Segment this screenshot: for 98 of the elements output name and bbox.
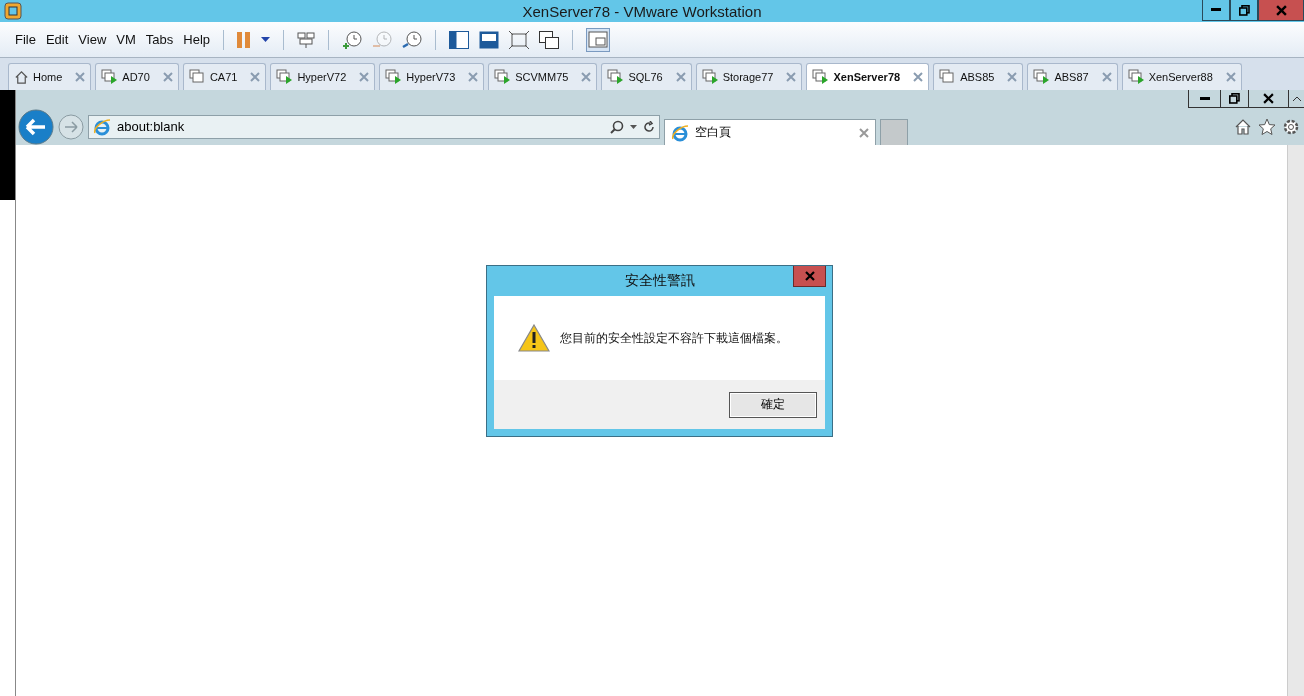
refresh-icon[interactable] <box>643 120 655 133</box>
tab-label: HyperV73 <box>406 71 457 83</box>
vm-tab[interactable]: XenServer78 <box>806 63 930 90</box>
star-icon[interactable] <box>1258 117 1276 136</box>
settings-icon[interactable] <box>1282 117 1300 136</box>
close-icon[interactable] <box>786 72 797 82</box>
browser-logo-icon <box>671 123 689 142</box>
dialog-message: 您目前的安全性設定不容許下載這個檔案。 <box>560 329 788 347</box>
vm-tab[interactable]: ABS87 <box>1027 63 1118 90</box>
tab-label: ABS85 <box>960 71 996 83</box>
search-icon[interactable] <box>610 119 624 134</box>
close-icon[interactable] <box>1101 72 1112 82</box>
minimize-icon <box>1199 97 1210 100</box>
tab-label: CA71 <box>209 71 239 83</box>
close-icon[interactable] <box>1225 72 1236 82</box>
menu-item[interactable]: VM <box>111 32 141 47</box>
vm-tab[interactable]: XenServer88 <box>1121 63 1242 90</box>
vm-tab[interactable]: CA71 <box>182 63 267 90</box>
vm-tab[interactable]: SQL76 <box>601 63 692 90</box>
vm-running-icon <box>812 69 830 85</box>
vm-running-icon <box>276 69 294 85</box>
restore-icon <box>1238 4 1250 16</box>
close-button[interactable] <box>1248 90 1288 108</box>
browser-tab[interactable]: 空白頁 <box>664 119 876 145</box>
restore-icon <box>1229 93 1240 104</box>
restore-button[interactable] <box>1220 90 1248 108</box>
close-icon[interactable] <box>75 72 86 82</box>
close-icon[interactable] <box>468 72 479 82</box>
tab-label: HyperV72 <box>297 71 348 83</box>
restore-button[interactable] <box>1230 0 1258 21</box>
close-icon[interactable] <box>250 72 261 82</box>
browser-logo-icon <box>93 117 111 136</box>
close-icon <box>1275 4 1287 16</box>
window-title: XenServer78 - VMware Workstation <box>521 2 763 20</box>
tab-label: XenServer88 <box>1148 71 1214 83</box>
close-icon[interactable] <box>162 72 173 82</box>
fullscreen-icon[interactable] <box>509 30 530 49</box>
console-view-icon[interactable] <box>479 30 500 49</box>
close-icon[interactable] <box>913 72 924 82</box>
home-icon <box>14 69 29 85</box>
menu-item[interactable]: File <box>10 32 41 47</box>
vm-running-icon <box>1127 69 1145 85</box>
back-button[interactable] <box>18 108 54 145</box>
ok-button[interactable]: 確定 <box>729 391 817 418</box>
vm-running-icon <box>1033 69 1051 85</box>
close-icon <box>1263 93 1274 104</box>
vm-running-icon <box>385 69 403 85</box>
browser-tab-title: 空白頁 <box>695 124 731 141</box>
menu-item[interactable]: Edit <box>40 32 74 47</box>
vm-tab[interactable]: HyperV73 <box>379 63 485 90</box>
menu-item[interactable]: Help <box>178 32 216 47</box>
minimize-button[interactable] <box>1202 0 1230 21</box>
vm-running-icon <box>101 69 119 85</box>
chevron-up-icon <box>1292 96 1301 101</box>
vm-tab[interactable]: HyperV72 <box>270 63 376 90</box>
minimize-icon <box>1211 8 1221 12</box>
close-icon[interactable] <box>581 72 592 82</box>
vm-tab[interactable]: SCVMM75 <box>488 63 598 90</box>
vm-running-icon <box>494 69 512 85</box>
tab-label: ABS87 <box>1054 71 1090 83</box>
close-icon <box>804 271 815 281</box>
vm-running-icon <box>607 69 625 85</box>
vm-tab[interactable]: AD70 <box>95 63 179 90</box>
tabs-view-icon[interactable] <box>586 27 611 52</box>
tab-label: XenServer78 <box>833 71 902 83</box>
windows-icon[interactable] <box>539 30 560 49</box>
home-icon[interactable] <box>1234 117 1252 136</box>
close-icon[interactable] <box>359 72 370 82</box>
tab-label: Storage77 <box>722 71 775 83</box>
vm-icon <box>939 69 957 85</box>
pause-icon[interactable] <box>237 31 252 48</box>
close-icon[interactable] <box>859 127 869 138</box>
keyboard-icon[interactable] <box>297 30 316 49</box>
tab-label: Home <box>33 71 64 83</box>
vm-tab[interactable]: Home <box>8 63 92 90</box>
vm-tab[interactable]: ABS85 <box>933 63 1024 90</box>
tab-label: SQL76 <box>628 71 664 83</box>
address-bar[interactable]: about:blank <box>88 114 660 139</box>
close-icon[interactable] <box>1007 72 1018 82</box>
clock-plus-icon[interactable] <box>342 29 363 50</box>
minimize-button[interactable] <box>1188 90 1220 108</box>
tab-label: AD70 <box>122 71 151 83</box>
close-icon[interactable] <box>675 72 686 82</box>
vm-tab[interactable]: Storage77 <box>695 63 803 90</box>
sidebar-icon[interactable] <box>449 30 470 49</box>
scrollbar[interactable] <box>1287 145 1304 696</box>
tab-label: SCVMM75 <box>515 71 570 83</box>
menu-item[interactable]: View <box>73 32 112 47</box>
vm-running-icon <box>701 69 719 85</box>
scroll-up-button[interactable] <box>1288 90 1304 108</box>
menu-item[interactable]: Tabs <box>140 32 179 47</box>
dialog-title: 安全性警訊 <box>624 272 695 290</box>
caret-icon[interactable] <box>261 37 271 42</box>
clock-wrench-icon[interactable] <box>402 29 423 50</box>
vm-icon <box>188 69 206 85</box>
warning-icon <box>518 324 550 352</box>
caret-icon[interactable] <box>630 124 637 129</box>
address-text: about:blank <box>117 119 185 134</box>
